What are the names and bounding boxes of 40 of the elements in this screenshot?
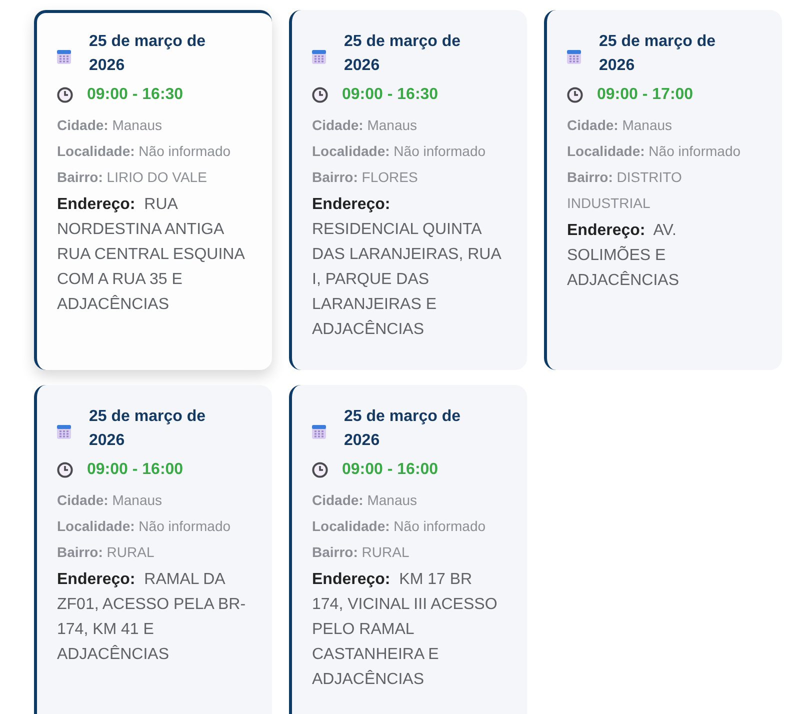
detail-text: Cidade: Manaus	[312, 491, 418, 510]
event-date: 25 de março de 2026	[344, 407, 462, 451]
detail-text: Cidade: Manaus	[57, 491, 164, 510]
clock-icon	[312, 87, 328, 103]
detail-text: Cidade: Manaus	[312, 116, 418, 135]
address-text: Endereço: RUA NORDESTINA ANTIGA RUA CENTRAL ESQUINA COM A RUA 35 E ADJACÊNCIAS	[57, 195, 246, 315]
address-text: Endereço: AV. SOLIMÕES E ADJACÊNCIAS	[567, 221, 680, 291]
calendar-icon	[57, 423, 71, 439]
detail-text: Localidade: Não informado	[567, 142, 742, 161]
detail-text: Bairro: RURAL	[312, 543, 410, 562]
detail-text: Bairro: LIRIO DO VALE	[57, 168, 208, 187]
address-text: Endereço: RAMAL DA ZF01, ACESSO PELA BR-174, KM 41 E ADJACÊNCIAS	[57, 570, 246, 665]
detail-text: Cidade: Manaus	[57, 116, 164, 135]
detail-text: Localidade: Não informado	[57, 142, 232, 161]
calendar-icon	[312, 423, 326, 439]
detail-text: Localidade: Não informado	[312, 517, 487, 536]
clock-icon	[312, 462, 328, 478]
detail-text: Bairro: DISTRITO INDUSTRIAL	[567, 168, 683, 213]
detail-text: Bairro: RURAL	[57, 543, 156, 562]
detail-text: Cidade: Manaus	[567, 116, 674, 135]
event-date: 25 de março de 2026	[344, 32, 462, 76]
event-time: 09:00 - 16:30	[342, 85, 438, 105]
event-date: 25 de março de 2026	[599, 32, 716, 76]
calendar-icon	[312, 48, 326, 64]
event-date: 25 de março de 2026	[89, 32, 206, 76]
event-time: 09:00 - 16:00	[87, 460, 184, 480]
calendar-icon	[567, 48, 581, 64]
detail-text: Bairro: FLORES	[312, 168, 419, 187]
address-text: Endereço: RESIDENCIAL QUINTA DAS LARANJEIRAS, RUA I, PARQUE DAS LARANJEIRAS E ADJACÊNCIAS	[312, 195, 501, 340]
detail-text: Localidade: Não informado	[57, 517, 232, 536]
event-time: 09:00 - 16:00	[342, 460, 438, 480]
clock-icon	[567, 87, 583, 103]
address-text: Endereço: KM 17 BR 174, VICINAL III ACESSO PELO RAMAL CASTANHEIRA E ADJACÊNCIAS	[312, 570, 498, 690]
detail-text: Localidade: Não informado	[312, 142, 487, 161]
event-time: 09:00 - 16:30	[87, 85, 184, 105]
clock-icon	[57, 87, 73, 103]
event-time: 09:00 - 17:00	[597, 85, 694, 105]
calendar-icon	[57, 48, 71, 64]
event-date: 25 de março de 2026	[89, 407, 206, 451]
clock-icon	[57, 462, 73, 478]
